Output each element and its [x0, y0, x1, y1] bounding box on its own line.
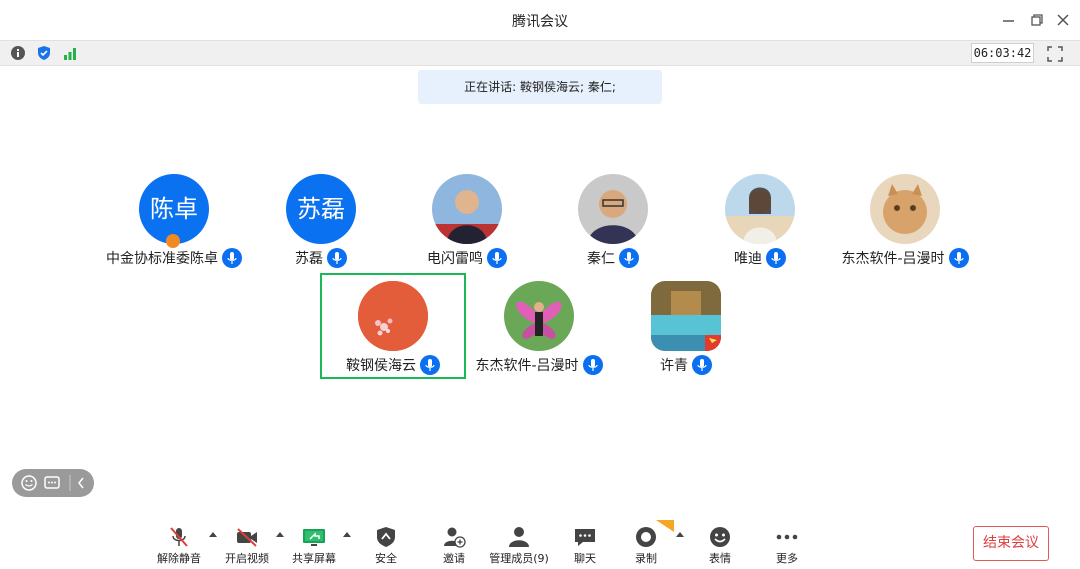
avatar	[725, 174, 795, 244]
title-bar: 腾讯会议	[0, 0, 1080, 40]
network-signal-button[interactable]	[62, 45, 78, 61]
participant-tile[interactable]: 秦仁	[538, 174, 688, 274]
shield-icon	[38, 46, 50, 60]
restore-button[interactable]	[1028, 11, 1046, 29]
chat-label: 聊天	[574, 552, 596, 565]
signal-bars-icon	[64, 48, 76, 60]
manage-members-button[interactable]: 管理成员(9)	[487, 520, 551, 569]
reactions-button[interactable]: 表情	[696, 520, 744, 569]
security-label: 安全	[375, 552, 397, 565]
share-screen-icon	[303, 529, 325, 546]
participant-tile[interactable]: 鞍钢侯海云	[318, 281, 468, 381]
manage-members-label: 管理成员(9)	[489, 552, 549, 565]
participant-name: 苏磊	[295, 250, 323, 267]
participant-tile[interactable]: 陈卓 中金协标准委陈卓	[99, 174, 249, 274]
participant-tile[interactable]: 东杰软件-吕漫时	[464, 281, 614, 381]
share-options-caret[interactable]	[343, 532, 351, 537]
more-dots-icon	[776, 534, 798, 540]
security-shield-icon	[377, 527, 395, 547]
avatar	[504, 281, 574, 351]
fullscreen-button[interactable]	[1046, 45, 1064, 63]
minimize-button[interactable]	[1000, 11, 1018, 29]
participant-name: 中金协标准委陈卓	[106, 250, 218, 267]
start-video-label: 开启视频	[225, 552, 269, 565]
info-icon	[11, 46, 25, 60]
emoji-icon[interactable]	[21, 475, 37, 491]
participant-name: 电闪雷鸣	[427, 250, 483, 267]
window-title: 腾讯会议	[512, 14, 568, 30]
mic-icon	[948, 247, 969, 268]
mic-options-caret[interactable]	[209, 532, 217, 537]
participant-name: 秦仁	[587, 250, 615, 267]
video-off-icon	[237, 528, 257, 547]
avatar	[432, 174, 502, 244]
security-button[interactable]: 安全	[362, 520, 410, 569]
chat-icon	[575, 529, 595, 546]
mic-icon	[420, 354, 440, 375]
avatar: 苏磊	[286, 174, 356, 244]
end-meeting-button[interactable]: 结束会议	[973, 526, 1049, 561]
mic-icon	[222, 247, 242, 268]
mic-icon	[619, 247, 639, 268]
chat-bubble-icon[interactable]	[44, 476, 60, 489]
record-options-caret[interactable]	[676, 532, 684, 537]
chat-button[interactable]: 聊天	[561, 520, 609, 569]
mic-icon	[327, 247, 347, 268]
more-label: 更多	[776, 552, 798, 565]
mic-icon	[487, 247, 507, 268]
avatar	[870, 174, 940, 244]
smiley-icon	[710, 527, 730, 547]
minimize-icon	[1003, 20, 1014, 22]
restore-icon	[1031, 14, 1043, 26]
participant-tile[interactable]: 许青	[611, 281, 761, 381]
reactions-label: 表情	[709, 552, 731, 565]
participant-name: 许青	[660, 357, 688, 374]
invite-label: 邀请	[443, 552, 465, 565]
share-screen-label: 共享屏幕	[292, 552, 336, 565]
avatar	[651, 281, 721, 351]
more-button[interactable]: 更多	[763, 520, 811, 569]
meeting-window: 腾讯会议 06:03:42 正在讲话: 鞍钢侯海云; 秦仁; 陈卓 中金协标准委…	[0, 0, 1080, 569]
video-options-caret[interactable]	[276, 532, 284, 537]
participant-name: 东杰软件-吕漫时	[841, 250, 945, 267]
muted-mic-icon	[170, 527, 188, 547]
participant-tile[interactable]: 东杰软件-吕漫时	[830, 174, 980, 274]
participant-tile[interactable]: 电闪雷鸣	[392, 174, 542, 274]
participant-tile[interactable]: 苏磊 苏磊	[246, 174, 396, 274]
invite-button[interactable]: 邀请	[430, 520, 478, 569]
avatar	[578, 174, 648, 244]
unmute-label: 解除静音	[157, 552, 201, 565]
bottom-toolbar: 解除静音 开启视频 共享屏幕 安全 邀请 管理成员(9) 聊天 录制 表情 更多	[0, 520, 1080, 569]
record-button[interactable]: 录制	[622, 520, 670, 569]
speaking-indicator: 正在讲话: 鞍钢侯海云; 秦仁;	[418, 70, 662, 104]
record-icon	[636, 527, 656, 547]
start-video-button[interactable]: 开启视频	[222, 520, 272, 569]
status-bar: 06:03:42	[0, 40, 1080, 66]
fullscreen-icon	[1047, 46, 1063, 62]
record-label: 录制	[635, 552, 657, 565]
meeting-timer: 06:03:42	[971, 43, 1034, 63]
participant-name: 东杰软件-吕漫时	[475, 357, 579, 374]
floating-reaction-bar	[12, 469, 94, 497]
security-shield-button[interactable]	[36, 45, 52, 61]
mic-icon	[582, 354, 603, 375]
unmute-button[interactable]: 解除静音	[156, 520, 202, 569]
info-button[interactable]	[10, 45, 26, 61]
members-icon	[509, 527, 529, 547]
host-badge-icon	[166, 234, 180, 248]
chevron-left-icon[interactable]	[78, 477, 84, 489]
participant-tile[interactable]: 唯迪	[685, 174, 835, 274]
participant-name: 唯迪	[734, 250, 762, 267]
mic-icon	[766, 247, 786, 268]
share-screen-button[interactable]: 共享屏幕	[289, 520, 339, 569]
mic-icon	[692, 354, 712, 375]
participant-name: 鞍钢侯海云	[346, 357, 416, 374]
close-icon	[1057, 14, 1069, 26]
close-button[interactable]	[1054, 11, 1072, 29]
add-person-icon	[444, 527, 466, 548]
avatar	[358, 281, 428, 351]
